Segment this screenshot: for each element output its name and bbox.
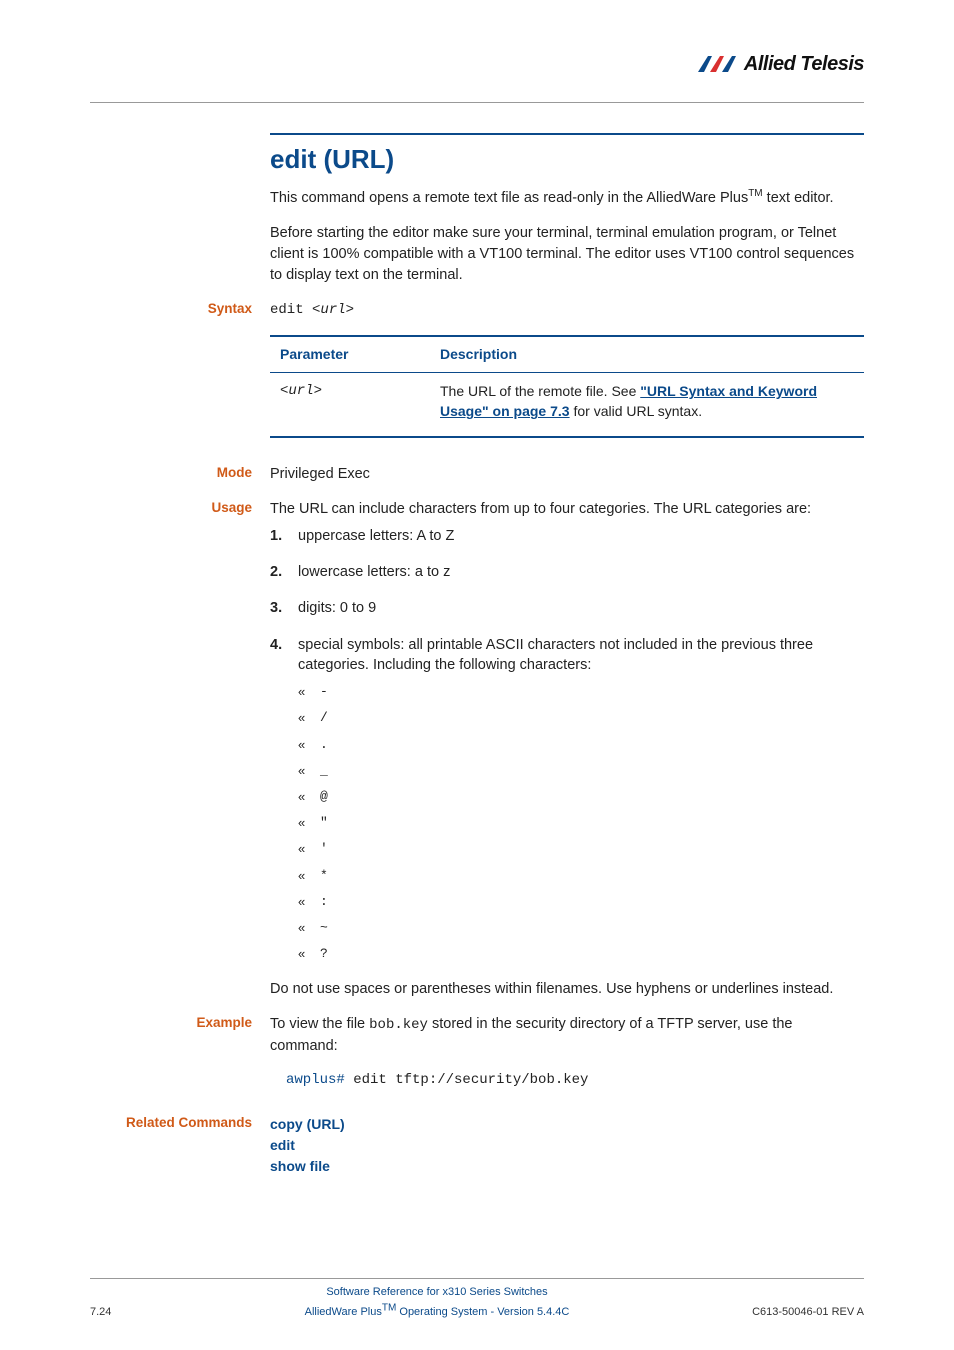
usage-list: uppercase letters: A to Z lowercase lett… <box>270 526 864 964</box>
brand-logo: Allied Telesis <box>698 50 864 78</box>
intro-paragraph-2: Before starting the editor make sure you… <box>270 223 864 286</box>
syntax-a: edit < <box>270 302 320 318</box>
list-item: ? <box>298 945 864 963</box>
syntax-value: edit <url> <box>270 300 864 320</box>
desc-cell: The URL of the remote file. See "URL Syn… <box>430 373 864 437</box>
related-link-show-file[interactable]: show file <box>270 1156 864 1177</box>
footer-rev: C613-50046-01 REV A <box>724 1305 864 1320</box>
list-item: special symbols: all printable ASCII cha… <box>270 635 864 964</box>
page-title: edit (URL) <box>270 141 864 177</box>
list-item: ' <box>298 840 864 858</box>
cli-prompt: awplus# <box>286 1072 345 1088</box>
mode-value: Privileged Exec <box>270 464 864 485</box>
desc-b: for valid URL syntax. <box>570 403 703 419</box>
intro-paragraph-1: This command opens a remote text file as… <box>270 187 864 209</box>
footer-tm: TM <box>382 1302 396 1313</box>
desc-a: The URL of the remote file. See <box>440 383 640 399</box>
syntax-c: > <box>346 302 354 318</box>
list-item: uppercase letters: A to Z <box>270 526 864 546</box>
special-chars-list: - / . _ @ " ' * : ~ ? <box>298 683 864 963</box>
related-links: copy (URL) edit show file <box>270 1114 864 1177</box>
allied-telesis-icon <box>698 54 738 74</box>
example-text-a: To view the file <box>270 1016 369 1032</box>
list-item: @ <box>298 788 864 806</box>
footer-line1: Software Reference for x310 Series Switc… <box>150 1285 724 1300</box>
param-table-header-param: Parameter <box>270 336 430 373</box>
page-footer: 7.24 Software Reference for x310 Series … <box>90 1278 864 1320</box>
table-row: <url> The URL of the remote file. See "U… <box>270 373 864 437</box>
list-item: ~ <box>298 919 864 937</box>
intro-text-b: text editor. <box>763 190 834 206</box>
brand-text: Allied Telesis <box>744 50 864 78</box>
header-divider <box>90 102 864 103</box>
usage-note: Do not use spaces or parentheses within … <box>270 979 864 1000</box>
list-item: / <box>298 709 864 727</box>
related-link-edit[interactable]: edit <box>270 1135 864 1156</box>
list-item: : <box>298 893 864 911</box>
list-item: - <box>298 683 864 701</box>
param-table-header-desc: Description <box>430 336 864 373</box>
example-file: bob.key <box>369 1017 428 1033</box>
trademark-sup: TM <box>748 188 762 199</box>
related-label: Related Commands <box>90 1114 270 1177</box>
usage-label: Usage <box>90 499 270 520</box>
list-item: digits: 0 to 9 <box>270 598 864 618</box>
intro-text-a: This command opens a remote text file as… <box>270 190 748 206</box>
cli-command: edit tftp://security/bob.key <box>345 1072 589 1088</box>
list-item: lowercase letters: a to z <box>270 562 864 582</box>
usage-intro: The URL can include characters from up t… <box>270 499 864 520</box>
footer-line2-a: AlliedWare Plus <box>305 1306 382 1318</box>
list-item: . <box>298 736 864 754</box>
list-item-text: special symbols: all printable ASCII cha… <box>298 637 813 673</box>
list-item: * <box>298 867 864 885</box>
example-label: Example <box>90 1014 270 1090</box>
list-item: " <box>298 814 864 832</box>
syntax-b: url <box>320 302 345 318</box>
footer-page-number: 7.24 <box>90 1305 150 1320</box>
mode-label: Mode <box>90 464 270 485</box>
footer-line2-b: Operating System - Version 5.4.4C <box>396 1306 569 1318</box>
related-link-copy-url[interactable]: copy (URL) <box>270 1114 864 1135</box>
parameter-table: Parameter Description <url> The URL of t… <box>270 335 864 438</box>
footer-line2: AlliedWare PlusTM Operating System - Ver… <box>305 1306 570 1318</box>
param-cell: <url> <box>280 383 322 399</box>
syntax-label: Syntax <box>90 300 270 320</box>
list-item: _ <box>298 762 864 780</box>
section-divider <box>270 133 864 135</box>
example-value: To view the file bob.key stored in the s… <box>270 1014 864 1090</box>
